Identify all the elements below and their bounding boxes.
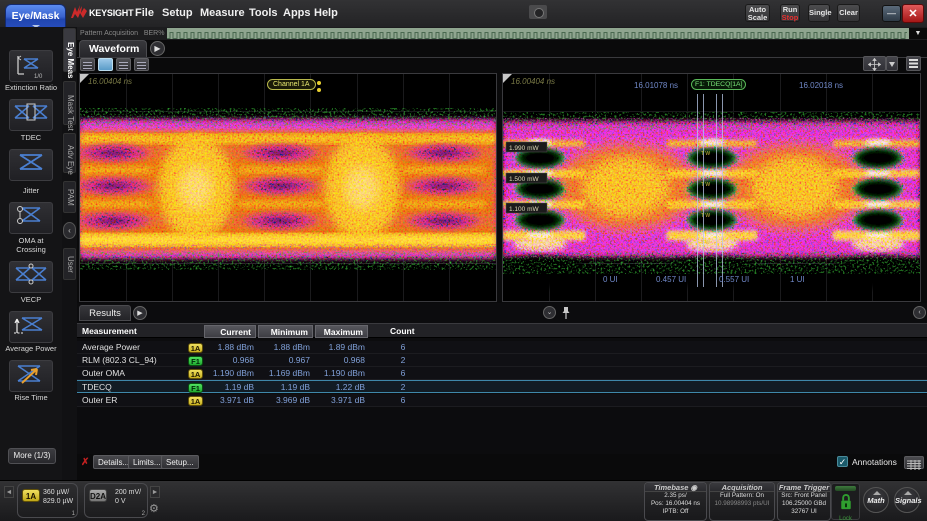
svg-text:T W: T W: [701, 182, 710, 188]
svg-text:T W: T W: [701, 151, 710, 157]
svg-text:T W: T W: [701, 213, 710, 219]
svg-text:1.990 mW: 1.990 mW: [509, 145, 539, 152]
svg-text:1/0: 1/0: [34, 74, 43, 80]
svg-text:1.500 mW: 1.500 mW: [509, 176, 539, 183]
svg-text:T W: T W: [701, 240, 710, 246]
svg-text:1.100 mW: 1.100 mW: [509, 206, 539, 213]
